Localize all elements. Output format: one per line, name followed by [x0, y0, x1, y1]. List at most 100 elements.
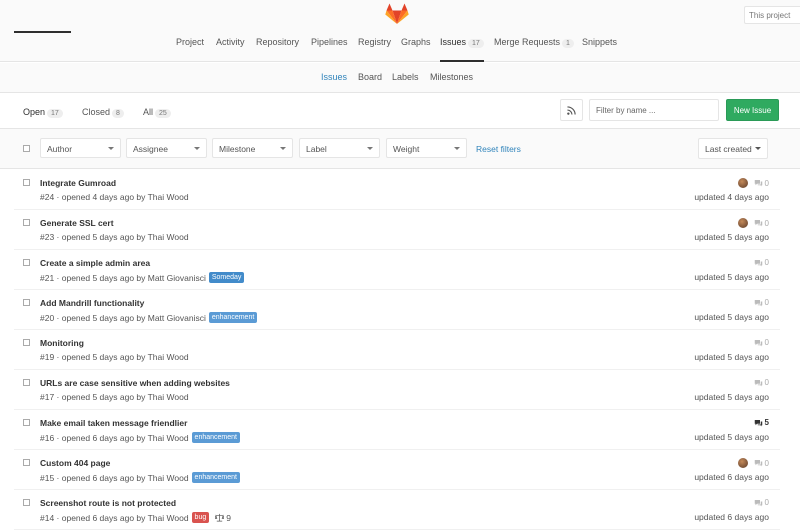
issue-row[interactable]: Create a simple admin area #21 · opened 5… — [14, 250, 780, 290]
issue-updated-time: updated 5 days ago — [694, 312, 769, 322]
sort-dropdown-label: Last created — [705, 144, 752, 154]
issue-title-link[interactable]: Add Mandrill functionality — [40, 298, 144, 308]
nav-merge-requests-label: Merge Requests — [494, 37, 561, 47]
issue-row[interactable]: Integrate Gumroad #24 · opened 4 days ago… — [14, 170, 780, 210]
issue-updated-time: updated 5 days ago — [694, 352, 769, 362]
issue-comment-count: 0 — [764, 498, 769, 507]
issue-label-badge[interactable]: enhancement — [208, 312, 258, 323]
sort-dropdown[interactable]: Last created — [698, 138, 768, 159]
avatar[interactable] — [737, 218, 748, 228]
rss-icon — [567, 106, 576, 115]
issue-comments[interactable]: 0 — [737, 458, 769, 468]
issue-comment-count: 0 — [764, 218, 769, 228]
issue-title-link[interactable]: URLs are case sensitive when adding webs… — [40, 378, 230, 388]
issue-comments[interactable]: 0 — [754, 258, 769, 267]
nav-repository[interactable]: Repository — [256, 37, 299, 62]
nav-activity[interactable]: Activity — [216, 37, 245, 62]
issue-comments[interactable]: 0 — [737, 178, 769, 188]
issue-checkbox[interactable] — [23, 499, 30, 506]
comments-icon — [754, 339, 762, 346]
issue-title-link[interactable]: Screenshot route is not protected — [40, 498, 176, 508]
issue-meta: #20 · opened 5 days ago by Matt Giovanis… — [40, 312, 258, 323]
author-dropdown[interactable]: Author — [40, 138, 121, 158]
select-all-checkbox[interactable] — [23, 145, 30, 152]
issue-row[interactable]: Add Mandrill functionality #20 · opened 5… — [14, 290, 780, 330]
issue-meta: #14 · opened 6 days ago by Thai Wood bug 9 — [40, 512, 231, 523]
nav-issues[interactable]: Issues 17 — [440, 37, 484, 62]
issue-comments[interactable]: 0 — [754, 498, 769, 507]
issue-row[interactable]: URLs are case sensitive when adding webs… — [14, 370, 780, 410]
subnav-labels[interactable]: Labels — [392, 72, 419, 82]
issue-right-meta: 0 updated 5 days ago — [659, 378, 769, 406]
issue-checkbox[interactable] — [23, 259, 30, 266]
nav-snippets[interactable]: Snippets — [582, 37, 617, 62]
issue-label-badge[interactable]: enhancement — [191, 472, 240, 483]
tab-open-label: Open — [23, 107, 46, 117]
milestone-dropdown[interactable]: Milestone — [212, 138, 293, 158]
issue-checkbox[interactable] — [23, 299, 30, 306]
issue-checkbox[interactable] — [23, 179, 30, 186]
comments-icon — [754, 259, 762, 266]
tab-all[interactable]: All 25 — [143, 107, 171, 118]
rss-feed-button[interactable] — [560, 99, 583, 121]
search-scope[interactable]: This project — [744, 6, 800, 24]
reset-filters-link[interactable]: Reset filters — [476, 144, 521, 154]
issue-checkbox[interactable] — [23, 339, 30, 346]
issue-checkbox[interactable] — [23, 219, 30, 226]
nav-pipelines[interactable]: Pipelines — [311, 37, 348, 62]
issue-row[interactable]: Monitoring #19 · opened 5 days ago by Tha… — [14, 330, 780, 370]
issue-comments[interactable]: 0 — [754, 378, 769, 387]
issue-updated-time: updated 4 days ago — [694, 192, 769, 202]
nav-registry[interactable]: Registry — [358, 37, 391, 62]
issue-label-badge[interactable]: Someday — [208, 272, 245, 283]
subnav-board[interactable]: Board — [358, 72, 382, 82]
issue-checkbox[interactable] — [23, 459, 30, 466]
issue-row[interactable]: Screenshot route is not protected #14 · o… — [14, 490, 780, 530]
issue-title-link[interactable]: Integrate Gumroad — [40, 178, 116, 188]
gitlab-logo-icon[interactable] — [385, 3, 409, 25]
issue-row[interactable]: Custom 404 page #15 · opened 6 days ago b… — [14, 450, 780, 490]
issue-title-link[interactable]: Create a simple admin area — [40, 258, 150, 268]
issue-label-badge[interactable]: enhancement — [191, 432, 240, 443]
filter-by-name-input[interactable] — [589, 99, 719, 121]
issue-meta: #19 · opened 5 days ago by Thai Wood — [40, 352, 189, 362]
issue-updated-time: updated 5 days ago — [694, 232, 769, 242]
issue-updated-time: updated 5 days ago — [694, 392, 769, 402]
issue-title-link[interactable]: Custom 404 page — [40, 458, 110, 468]
weight-dropdown[interactable]: Weight — [386, 138, 467, 158]
active-tab-indicator — [14, 31, 71, 33]
issue-checkbox[interactable] — [23, 419, 30, 426]
nav-graphs[interactable]: Graphs — [401, 37, 431, 62]
subnav-milestones[interactable]: Milestones — [430, 72, 473, 82]
issue-weight-value: 9 — [226, 512, 231, 523]
avatar[interactable] — [737, 458, 748, 468]
issue-comments[interactable]: 5 — [754, 418, 769, 427]
issue-updated-time: updated 5 days ago — [694, 432, 769, 442]
issue-meta: #23 · opened 5 days ago by Thai Wood — [40, 232, 189, 242]
issue-row[interactable]: Generate SSL cert #23 · opened 5 days ago… — [14, 210, 780, 250]
tab-open[interactable]: Open 17 — [23, 107, 63, 118]
issue-right-meta: 0 updated 5 days ago — [659, 218, 769, 246]
issue-title-link[interactable]: Generate SSL cert — [40, 218, 114, 228]
issue-comments[interactable]: 0 — [737, 218, 769, 228]
tab-closed[interactable]: Closed 8 — [82, 107, 124, 118]
issue-title-link[interactable]: Make email taken message friendlier — [40, 418, 187, 428]
issue-right-meta: 0 updated 5 days ago — [659, 258, 769, 286]
issue-checkbox[interactable] — [23, 379, 30, 386]
issue-label-badge[interactable]: bug — [191, 512, 210, 523]
nav-project[interactable]: Project — [176, 37, 204, 62]
issue-comments[interactable]: 0 — [754, 338, 769, 347]
issue-title-link[interactable]: Monitoring — [40, 338, 84, 348]
label-dropdown-label: Label — [306, 144, 327, 154]
label-dropdown[interactable]: Label — [299, 138, 380, 158]
issue-right-meta: 0 updated 4 days ago — [659, 178, 769, 206]
avatar[interactable] — [737, 178, 748, 188]
assignee-dropdown[interactable]: Assignee — [126, 138, 207, 158]
nav-merge-requests[interactable]: Merge Requests 1 — [494, 37, 574, 62]
subnav-issues[interactable]: Issues — [321, 72, 347, 82]
issue-comments[interactable]: 0 — [754, 298, 769, 307]
new-issue-button[interactable]: New Issue — [726, 99, 779, 121]
issue-meta: #16 · opened 6 days ago by Thai Wood enha… — [40, 432, 240, 443]
nav-merge-requests-count: 1 — [562, 39, 574, 48]
issue-row[interactable]: Make email taken message friendlier #16 ·… — [14, 410, 780, 450]
